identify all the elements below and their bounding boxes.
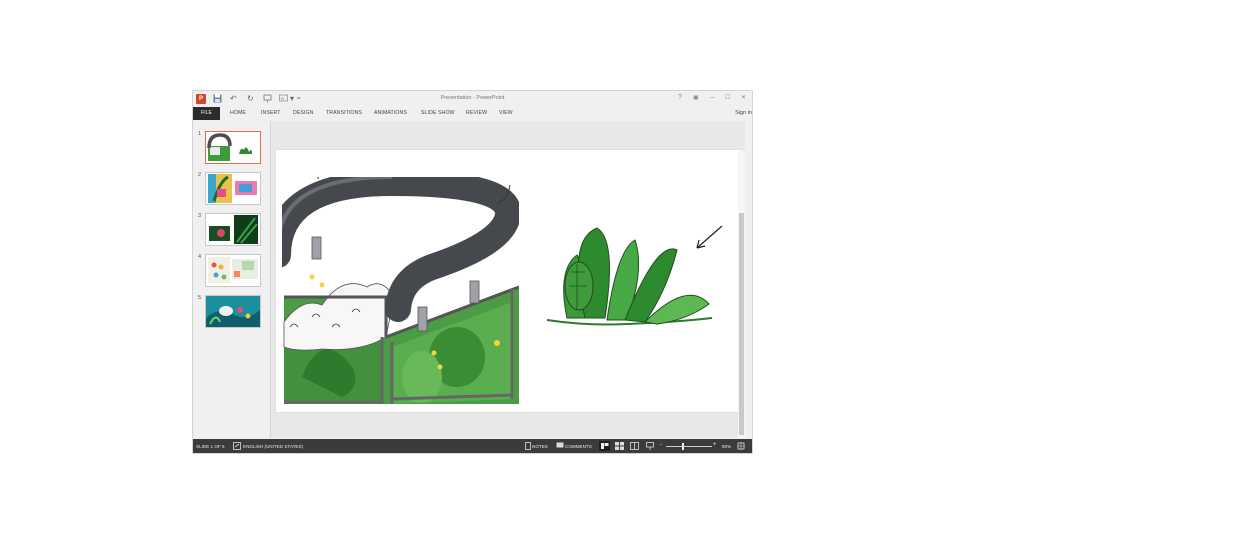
scrollbar-thumb[interactable] <box>739 213 744 435</box>
tab-review[interactable]: REVIEW <box>466 110 487 116</box>
status-bar: SLIDE 1 OF 5 ENGLISH (UNITED STATES) NOT… <box>193 439 752 453</box>
comments-button[interactable]: COMMENTS <box>565 444 592 449</box>
maximize-icon[interactable]: ☐ <box>725 94 730 102</box>
zoom-slider-thumb[interactable] <box>682 443 684 450</box>
leafy-plant-illustration[interactable] <box>527 200 730 357</box>
zoom-level[interactable]: 80% <box>722 444 731 449</box>
tab-home[interactable]: HOME <box>230 110 246 116</box>
tab-view[interactable]: VIEW <box>499 110 513 116</box>
tab-animations[interactable]: ANIMATIONS <box>374 110 407 116</box>
thumbnail-number: 4 <box>198 254 202 260</box>
ribbon-display-options-icon[interactable]: ▣ <box>693 94 699 102</box>
help-icon[interactable]: ? <box>678 94 682 102</box>
slide-editing-area[interactable] <box>271 121 745 451</box>
fit-slide-icon[interactable] <box>737 442 745 451</box>
slide-counter: SLIDE 1 OF 5 <box>196 444 225 449</box>
planter-bench-illustration[interactable] <box>282 177 519 404</box>
comments-icon[interactable] <box>556 442 564 450</box>
close-icon[interactable]: ✕ <box>741 94 746 102</box>
slide-show-icon[interactable] <box>646 442 654 451</box>
reading-view-icon[interactable] <box>630 442 639 451</box>
powerpoint-window: P ↶ ↻ A ▾ = Presentation - PowerPoint ? … <box>192 90 753 454</box>
thumbnail-number: 1 <box>198 131 202 137</box>
window-title: Presentation - PowerPoint <box>440 95 505 101</box>
spell-check-icon[interactable] <box>233 442 241 451</box>
notes-icon[interactable] <box>525 442 531 451</box>
title-bar: P ↶ ↻ A ▾ = Presentation - PowerPoint ? … <box>193 91 752 107</box>
tab-transitions[interactable]: TRANSITIONS <box>326 110 362 116</box>
zoom-in-button[interactable]: + <box>713 442 717 448</box>
zoom-out-button[interactable]: - <box>660 442 662 448</box>
tab-file[interactable]: FILE <box>193 107 220 120</box>
thumbnail-number: 5 <box>198 295 202 301</box>
ribbon-tabs: FILE HOME INSERT DESIGN TRANSITIONS ANIM… <box>193 107 752 121</box>
tab-design[interactable]: DESIGN <box>293 110 314 116</box>
slide-thumbnails-pane[interactable]: 1 2 3 4 5 <box>193 121 271 438</box>
slide-thumbnail-2[interactable] <box>205 172 261 205</box>
language-indicator[interactable]: ENGLISH (UNITED STATES) <box>243 444 303 449</box>
thumbnail-number: 2 <box>198 172 202 178</box>
notes-button[interactable]: NOTES <box>532 444 548 449</box>
slide-thumbnail-5[interactable] <box>205 295 261 328</box>
slide-thumbnail-4[interactable] <box>205 254 261 287</box>
slide-thumbnail-1[interactable] <box>205 131 261 164</box>
slide-thumbnail-3[interactable] <box>205 213 261 246</box>
minimize-icon[interactable]: — <box>710 94 715 102</box>
vertical-scrollbar[interactable] <box>738 151 745 451</box>
slide-sorter-icon[interactable] <box>615 442 624 451</box>
slide-canvas[interactable] <box>276 150 742 412</box>
tab-insert[interactable]: INSERT <box>261 110 281 116</box>
zoom-slider[interactable] <box>666 446 712 447</box>
normal-view-icon[interactable] <box>599 441 610 451</box>
sign-in-link[interactable]: Sign in <box>735 110 752 116</box>
tab-slide-show[interactable]: SLIDE SHOW <box>421 110 455 116</box>
thumbnail-number: 3 <box>198 213 202 219</box>
